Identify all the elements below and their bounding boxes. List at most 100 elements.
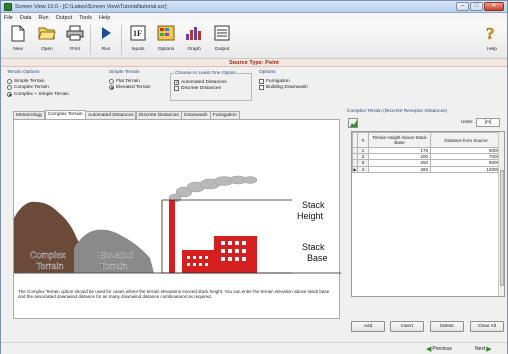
previous-label: Previous: [432, 346, 452, 352]
bottom-navigation: ◀ Previous Next ▶: [1, 342, 507, 354]
next-label: Next: [475, 346, 486, 352]
discrete-distances-grid: # Terrain Height Above Stack Base Distan…: [351, 131, 505, 297]
table-row[interactable]: ▶ 4 260 10000: [352, 165, 502, 173]
toolbar: New Open Print Run 1F Inputs Options Gra…: [1, 22, 507, 59]
checkbox-label: Automated Distances: [181, 79, 227, 85]
radio-indicator[interactable]: [7, 91, 12, 97]
radio-label: Complex Terrain: [14, 85, 49, 91]
new-label: New: [13, 47, 23, 52]
units-label: Units:: [461, 120, 474, 125]
previous-button[interactable]: ◀ Previous: [426, 344, 452, 354]
options-button[interactable]: Options: [154, 24, 178, 55]
new-button[interactable]: New: [6, 24, 30, 55]
check-discrete-distances[interactable]: Discrete Distances: [174, 86, 227, 93]
stack-base-label-1: Stack: [302, 242, 325, 252]
inputs-button[interactable]: 1F Inputs: [126, 24, 150, 55]
menu-help[interactable]: Help: [99, 15, 110, 21]
checkbox-label: Discrete Distances: [181, 86, 221, 92]
scrollbar-thumb[interactable]: [500, 170, 504, 286]
tab-automated-distances[interactable]: Automated Distances: [84, 111, 137, 119]
terrain-height-cell[interactable]: 260: [368, 165, 431, 173]
close-button[interactable]: ✕: [484, 2, 504, 11]
menu-tools[interactable]: Tools: [79, 15, 92, 21]
menu-file[interactable]: File: [4, 15, 13, 21]
choose-option-group: Choose At Least One Option ✓ Automated Di…: [170, 71, 252, 101]
radio-elevated-terrain[interactable]: Elevated Terrain: [109, 85, 151, 92]
output-button[interactable]: Output: [210, 24, 234, 55]
checkbox-checked[interactable]: ✓: [174, 79, 179, 85]
tab-complex-terrain[interactable]: Complex Terrain: [44, 110, 86, 119]
previous-arrow-icon: ◀: [426, 346, 432, 353]
window-controls: – □ ✕: [456, 2, 504, 11]
inputs-label: Inputs: [131, 47, 145, 52]
factory-icon: [182, 236, 257, 273]
radio-label: Simple Terrain: [14, 78, 45, 84]
elevated-terrain-label-2: Terrain: [100, 261, 128, 271]
insert-button[interactable]: Insert: [390, 321, 424, 332]
output-icon: [213, 24, 231, 42]
radio-label: Elevated Terrain: [116, 85, 151, 91]
chart-button[interactable]: [348, 118, 358, 128]
svg-text:?: ?: [486, 24, 495, 42]
run-button[interactable]: Run: [94, 24, 118, 55]
checkbox-unchecked[interactable]: [174, 86, 179, 92]
grid-scrollbar[interactable]: [498, 132, 504, 296]
radio-indicator[interactable]: [7, 78, 12, 84]
radio-label: Flat Terrain: [116, 78, 140, 84]
discrete-distances-panel: Complex Terrain (Discrete Receptor Dista…: [347, 109, 507, 334]
complex-terrain-panel: Stack Height Stack Base Complex Terrain …: [13, 119, 341, 319]
menu-run[interactable]: Run: [39, 15, 49, 21]
menu-bar: File Data Run Output Tools Help: [1, 13, 507, 22]
radio-indicator[interactable]: [7, 85, 12, 91]
radio-indicator[interactable]: [109, 85, 114, 91]
complex-terrain-label-2: Terrain: [36, 261, 64, 271]
chart-icon: [350, 120, 357, 127]
tab-downwash[interactable]: Downwash: [181, 111, 211, 119]
terrain-options-title: Terrain Options: [7, 70, 40, 75]
distance-cell[interactable]: 10000: [430, 165, 502, 173]
print-button[interactable]: Print: [63, 24, 87, 55]
elevated-terrain-label-1: Elevated: [98, 250, 133, 260]
units-select[interactable]: [m]: [476, 118, 500, 127]
add-button[interactable]: Add: [351, 321, 385, 332]
graph-button[interactable]: Graph: [182, 24, 206, 55]
menu-output[interactable]: Output: [56, 15, 73, 21]
checkbox-unchecked[interactable]: [259, 85, 264, 91]
output-label: Output: [214, 47, 230, 52]
checkbox-unchecked[interactable]: [259, 78, 264, 84]
source-type-banner: Source Type: Point: [1, 59, 507, 67]
radio-indicator[interactable]: [109, 78, 114, 84]
options-row: Terrain Options Simple Terrain Complex T…: [1, 68, 507, 108]
panel-description: The Complex Terrain option should be use…: [18, 289, 330, 300]
tab-meteorology[interactable]: Meteorology: [13, 111, 46, 119]
menu-data[interactable]: Data: [20, 15, 32, 21]
simple-terrain-group: Simple Terrain Flat Terrain Elevated Ter…: [109, 70, 151, 91]
next-arrow-icon: ▶: [486, 346, 492, 353]
app-window: Screen View 10.0 - [C:\Lakes\Screen View…: [0, 0, 508, 354]
delete-button[interactable]: Delete: [430, 321, 464, 332]
inputs-icon: 1F: [129, 24, 147, 42]
clear-all-button[interactable]: Clear All: [470, 321, 504, 332]
stack-icon: [169, 200, 175, 273]
toolbar-separator: [121, 25, 122, 55]
options-icon: [157, 24, 175, 42]
smoke-plume-icon: [168, 175, 258, 203]
tab-discrete-distances[interactable]: Discrete Distances: [135, 111, 182, 119]
discrete-panel-title: Complex Terrain (Discrete Receptor Dista…: [347, 109, 448, 114]
help-button[interactable]: ? Help: [480, 24, 504, 55]
check-building-downwash[interactable]: Building Downwash: [259, 85, 308, 92]
grid-col-terrain-height: Terrain Height Above Stack Base: [368, 132, 431, 148]
maximize-button[interactable]: □: [470, 2, 483, 11]
check-automated-distances[interactable]: ✓ Automated Distances: [174, 79, 227, 86]
grid-col-distance: Distance from Source: [430, 132, 502, 148]
tab-fumigation[interactable]: Fumigation: [209, 111, 240, 119]
minimize-button[interactable]: –: [456, 2, 469, 11]
printer-icon: [66, 24, 84, 42]
next-button[interactable]: Next ▶: [475, 344, 492, 354]
graph-icon: [185, 24, 203, 42]
radio-complex-simple-terrain[interactable]: Complex + Simple Terrain: [7, 91, 69, 98]
options-label: Options: [157, 47, 175, 52]
current-row-marker-icon[interactable]: ▶: [352, 165, 358, 173]
open-button[interactable]: Open: [35, 24, 59, 55]
options-title: Options: [259, 70, 276, 75]
